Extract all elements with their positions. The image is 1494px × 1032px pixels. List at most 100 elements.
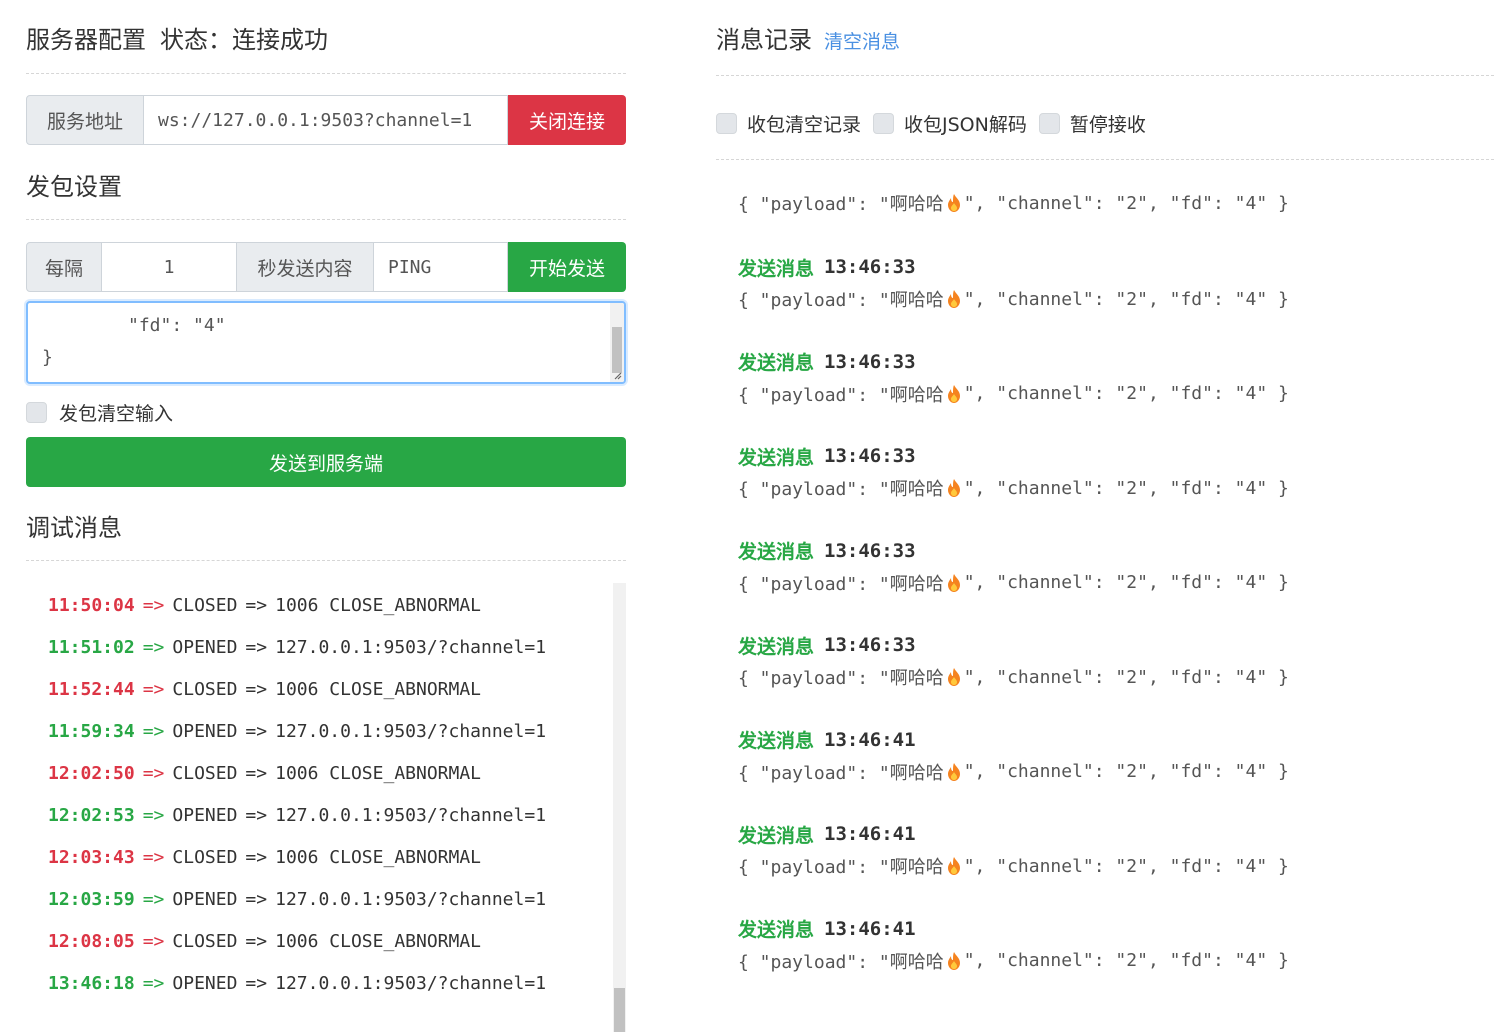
payload-textarea[interactable]: "fd": "4" } <box>26 301 626 384</box>
message-time: 13:46:41 <box>824 917 916 940</box>
message-item: 发送消息 13:46:33 { "payload": "啊哈哈 ", "channel… <box>738 630 1478 725</box>
divider <box>26 560 626 561</box>
send-settings-title: 发包设置 <box>26 173 122 201</box>
message-header: 发送消息 13:46:33 <box>738 252 1478 282</box>
clear-input-label: 发包清空输入 <box>59 403 174 425</box>
log-arrow: => <box>142 594 165 616</box>
divider <box>26 219 626 220</box>
message-body-post: ", "channel": "2", "fd": "4" } <box>963 572 1289 593</box>
message-body-post: ", "channel": "2", "fd": "4" } <box>963 761 1289 782</box>
debug-log-list[interactable]: 11:50:04 => CLOSED => 1006 CLOSE_ABNORMAL 11:… <box>26 583 626 1032</box>
message-label: 发送消息 <box>738 824 815 847</box>
json-decode-checkbox[interactable] <box>873 113 895 134</box>
log-row: 13:46:18 => OPENED => 127.0.0.1:9503/?channe… <box>48 962 546 1004</box>
message-list[interactable]: { "payload": "啊哈哈 ", "channel": "2", "fd… <box>738 188 1478 1008</box>
fire-icon <box>947 857 960 875</box>
option-label: 收包清空记录 <box>747 114 862 136</box>
fire-icon <box>947 668 960 686</box>
message-body: { "payload": "啊哈哈 ", "channel": "2", "fd"… <box>738 757 1478 787</box>
message-header: 发送消息 13:46:33 <box>738 630 1478 660</box>
log-row: 12:03:43 => CLOSED => 1006 CLOSE_ABNORMAL <box>48 836 546 878</box>
fire-icon <box>947 762 960 781</box>
interval-input[interactable]: 1 <box>102 242 237 292</box>
log-state: OPENED <box>172 804 238 826</box>
message-label: 发送消息 <box>738 257 815 280</box>
log-scrollbar[interactable] <box>613 583 626 1032</box>
send-to-server-button[interactable]: 发送到服务端 <box>26 437 626 487</box>
log-state: CLOSED <box>172 594 238 616</box>
message-time: 13:46:33 <box>824 539 916 562</box>
message-header: 发送消息 13:46:41 <box>738 819 1478 849</box>
log-arrow: => <box>245 762 268 784</box>
fire-icon <box>947 951 960 970</box>
server-config-header: 服务器配置 状态： 连接成功 <box>26 20 328 55</box>
clear-input-option[interactable]: 发包清空输入 <box>26 399 173 426</box>
log-arrow: => <box>142 720 165 742</box>
log-time: 12:03:43 <box>48 846 135 868</box>
address-label: 服务地址 <box>26 95 144 145</box>
log-detail: 1006 CLOSE_ABNORMAL <box>275 930 482 952</box>
close-connection-button[interactable]: 关闭连接 <box>508 95 626 145</box>
message-header: 发送消息 13:46:33 <box>738 536 1478 566</box>
log-detail: 1006 CLOSE_ABNORMAL <box>275 678 482 700</box>
log-state: CLOSED <box>172 762 238 784</box>
log-arrow: => <box>245 888 268 910</box>
log-time: 12:08:05 <box>48 930 135 952</box>
scrollbar-thumb[interactable] <box>612 327 622 373</box>
log-detail: 1006 CLOSE_ABNORMAL <box>275 594 482 616</box>
interval-group: 每隔 1 秒发送内容 PING 开始发送 <box>26 242 626 292</box>
log-state: CLOSED <box>172 678 238 700</box>
status-value: 连接成功 <box>232 26 328 54</box>
message-body: { "payload": "啊哈哈 ", "channel": "2", "fd"… <box>738 284 1478 314</box>
message-body: { "payload": "啊哈哈 ", "channel": "2", "fd"… <box>738 568 1478 598</box>
log-arrow: => <box>142 846 165 868</box>
log-time: 12:02:53 <box>48 804 135 826</box>
message-body-post: ", "channel": "2", "fd": "4" } <box>963 383 1289 404</box>
debug-title: 调试消息 <box>26 514 122 542</box>
log-detail: 127.0.0.1:9503/?channel=1 <box>275 804 547 826</box>
fire-icon <box>947 479 960 497</box>
log-row: 12:02:53 => OPENED => 127.0.0.1:9503/?channe… <box>48 794 546 836</box>
message-body-post: ", "channel": "2", "fd": "4" } <box>963 477 1289 499</box>
fire-icon <box>947 194 960 212</box>
message-header: 发送消息 13:46:41 <box>738 725 1478 755</box>
start-sending-button[interactable]: 开始发送 <box>508 242 626 292</box>
log-state: CLOSED <box>172 846 238 868</box>
content-input[interactable]: PING <box>374 242 508 292</box>
message-body-post: ", "channel": "2", "fd": "4" } <box>963 666 1289 688</box>
send-settings-header: 发包设置 <box>26 167 122 202</box>
log-arrow: => <box>245 720 268 742</box>
message-time: 13:46:33 <box>824 350 916 373</box>
log-state: CLOSED <box>172 930 238 952</box>
log-row: 11:51:02 => OPENED => 127.0.0.1:9503/?channe… <box>48 626 546 668</box>
clear-messages-link[interactable]: 清空消息 <box>824 27 900 54</box>
message-item: 发送消息 13:46:33 { "payload": "啊哈哈 ", "channel… <box>738 536 1478 631</box>
message-body: { "payload": "啊哈哈 ", "channel": "2", "fd… <box>738 188 1478 218</box>
message-label: 发送消息 <box>738 919 815 941</box>
message-header: 发送消息 13:46:41 <box>738 914 1478 944</box>
scrollbar-thumb[interactable] <box>614 988 625 1032</box>
server-config-title: 服务器配置 <box>26 26 146 54</box>
server-address-group: 服务地址 ws://127.0.0.1:9503?channel=1 关闭连接 <box>26 95 626 145</box>
message-label: 发送消息 <box>738 446 815 469</box>
log-row: 11:52:44 => CLOSED => 1006 CLOSE_ABNORMAL <box>48 668 546 710</box>
log-detail: 1006 CLOSE_ABNORMAL <box>275 846 482 868</box>
message-body-pre: { "payload": "啊哈哈 <box>738 384 944 406</box>
address-input[interactable]: ws://127.0.0.1:9503?channel=1 <box>144 95 508 145</box>
log-arrow: => <box>142 930 165 952</box>
pause-receive-checkbox[interactable] <box>1038 113 1060 134</box>
status-label: 状态： <box>160 26 232 54</box>
message-header: 发送消息 13:46:33 <box>738 441 1478 471</box>
message-body-pre: { "payload": "啊哈哈 <box>738 290 944 311</box>
resize-handle-icon[interactable] <box>613 371 622 380</box>
clear-input-checkbox[interactable] <box>26 402 47 423</box>
message-header: 发送消息 13:46:33 <box>738 347 1478 377</box>
divider <box>716 75 1494 76</box>
clear-records-checkbox[interactable] <box>716 113 737 134</box>
log-arrow: => <box>142 678 165 700</box>
log-arrow: => <box>142 888 165 910</box>
log-detail: 127.0.0.1:9503/?channel=1 <box>275 636 547 658</box>
message-item: 发送消息 13:46:41 { "payload": "啊哈哈 ", "channel… <box>738 914 1478 1009</box>
message-body-pre: { "payload": "啊哈哈 <box>738 573 944 595</box>
message-body-post: ", "channel": "2", "fd": "4" } <box>963 950 1289 971</box>
